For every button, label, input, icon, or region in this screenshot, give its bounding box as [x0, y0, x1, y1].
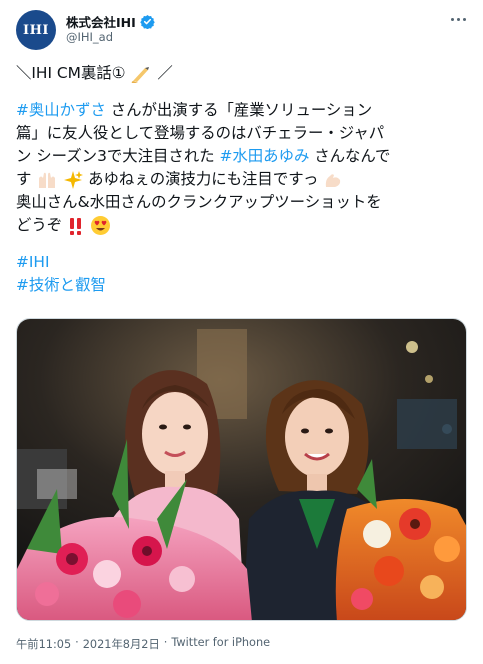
- text-line-2: #奥山かずさ さんが出演する「産業ソリューション: [16, 101, 373, 119]
- tweet-text: ＼IHI CM裏話① ／ #奥山かずさ さんが出演する「産業ソリューション 篇」…: [16, 62, 468, 297]
- text-line-1: ＼IHI CM裏話① ／: [16, 64, 173, 83]
- raised-hands-emoji: [39, 172, 56, 188]
- text-line-4: ン シーズン3で大注目された #水田あゆみ さんなんで: [16, 147, 391, 165]
- flexed-biceps-emoji: [326, 173, 341, 187]
- text-line-7: どうぞ: [16, 214, 468, 237]
- display-name[interactable]: 株式会社IHI: [66, 12, 136, 31]
- text-line-6: 奥山さん&水田さんのクランクアップツーショットを: [16, 193, 382, 211]
- hashtag-ihi[interactable]: #IHI: [16, 253, 50, 271]
- heart-eyes-emoji: [91, 216, 110, 235]
- name-row: 株式会社IHI: [66, 12, 155, 31]
- meta-separator: ·: [163, 636, 168, 649]
- text-line-5: す あゆねぇの演技力にも注目ですっ: [16, 168, 468, 191]
- hashtag-mizuta[interactable]: #水田あゆみ: [220, 147, 310, 165]
- more-options-icon[interactable]: [447, 12, 469, 26]
- hashtag-gijutsu-to-eichi[interactable]: #技術と叡智: [16, 276, 106, 294]
- tweet-date[interactable]: 2021年8月2日: [83, 636, 160, 652]
- hashtag-line-1: #IHI: [16, 251, 468, 274]
- meta-separator: ·: [75, 636, 79, 649]
- hashtag-line-2: #技術と叡智: [16, 274, 468, 297]
- verified-badge-icon: [140, 14, 155, 29]
- tweet-time[interactable]: 午前11:05: [16, 636, 71, 652]
- sparkles-emoji: [64, 170, 84, 189]
- text-line-3: 篇」に友人役として登場するのはバチェラー・ジャパ: [16, 124, 385, 142]
- hashtag-okuyama[interactable]: #奥山かずさ: [16, 101, 106, 119]
- writing-hand-emoji: [132, 66, 150, 83]
- tweet-photo[interactable]: [16, 318, 467, 621]
- tweet-meta: 午前11:05 · 2021年8月2日 · Twitter for iPhone: [16, 636, 270, 652]
- tweet-source[interactable]: Twitter for iPhone: [171, 636, 270, 652]
- account-handle[interactable]: @IHI_ad: [66, 30, 113, 44]
- double-exclamation-emoji: [70, 217, 82, 235]
- avatar[interactable]: IHI: [16, 10, 56, 50]
- tweet-card: IHI 株式会社IHI @IHI_ad ＼IHI CM裏話① ／ #奥山かずさ …: [0, 0, 483, 664]
- crank-up-photo: [17, 319, 466, 620]
- avatar-logo-text: IHI: [23, 22, 49, 38]
